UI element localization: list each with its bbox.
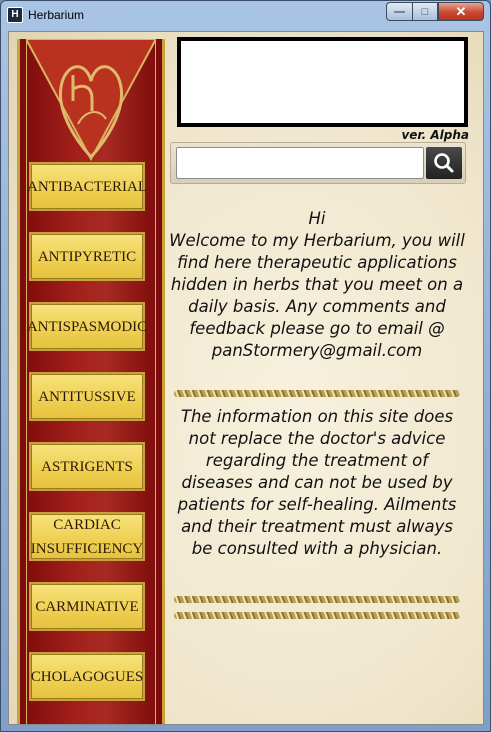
herbarium-emblem-icon	[26, 39, 156, 162]
rope-divider	[174, 612, 460, 619]
category-carminative-button[interactable]: CARMINATIVE	[31, 584, 143, 629]
category-astrigents-button[interactable]: ASTRIGENTS	[31, 444, 143, 489]
window-title: Herbarium	[28, 8, 85, 22]
app-window: H Herbarium — □ ✕ ANTIBACTERIAL ANTIPYRE…	[0, 0, 491, 732]
category-antispasmodic-button[interactable]: ANTISPASMODIC	[27, 304, 147, 349]
maximize-button[interactable]: □	[412, 2, 438, 21]
category-antibacterial-button[interactable]: ANTIBACTERIAL	[27, 164, 147, 209]
category-cardiac-insufficiency-button[interactable]: CARDIAC INSUFFICIENCY	[31, 514, 143, 559]
category-banner: ANTIBACTERIAL ANTIPYRETIC ANTISPASMODIC …	[17, 39, 165, 724]
app-herbarium-icon[interactable]: H	[7, 7, 23, 23]
welcome-message: Welcome to my Herbarium, you will find h…	[169, 231, 465, 360]
disclaimer-text: The information on this site does not re…	[177, 407, 457, 558]
search-icon	[434, 153, 454, 173]
search-input[interactable]	[176, 147, 424, 179]
rope-divider	[174, 596, 460, 603]
client-area: ANTIBACTERIAL ANTIPYRETIC ANTISPASMODIC …	[8, 31, 484, 725]
welcome-text: Hi Welcome to my Herbarium, you will fin…	[169, 208, 465, 362]
category-antipyretic-button[interactable]: ANTIPYRETIC	[31, 234, 143, 279]
search-bar	[170, 142, 466, 184]
search-button[interactable]	[426, 147, 462, 179]
rope-divider	[174, 390, 460, 397]
greeting: Hi	[308, 209, 326, 228]
category-cholagogues-button[interactable]: CHOLAGOGUES	[31, 654, 143, 699]
window-controls: — □ ✕	[386, 2, 484, 21]
category-antitussive-button[interactable]: ANTITUSSIVE	[31, 374, 143, 419]
minimize-button[interactable]: —	[386, 2, 412, 21]
version-label: ver. Alpha	[401, 128, 469, 142]
title-bar[interactable]: H Herbarium — □ ✕	[1, 1, 490, 29]
close-button[interactable]: ✕	[438, 2, 484, 21]
banner-placeholder	[177, 37, 468, 127]
